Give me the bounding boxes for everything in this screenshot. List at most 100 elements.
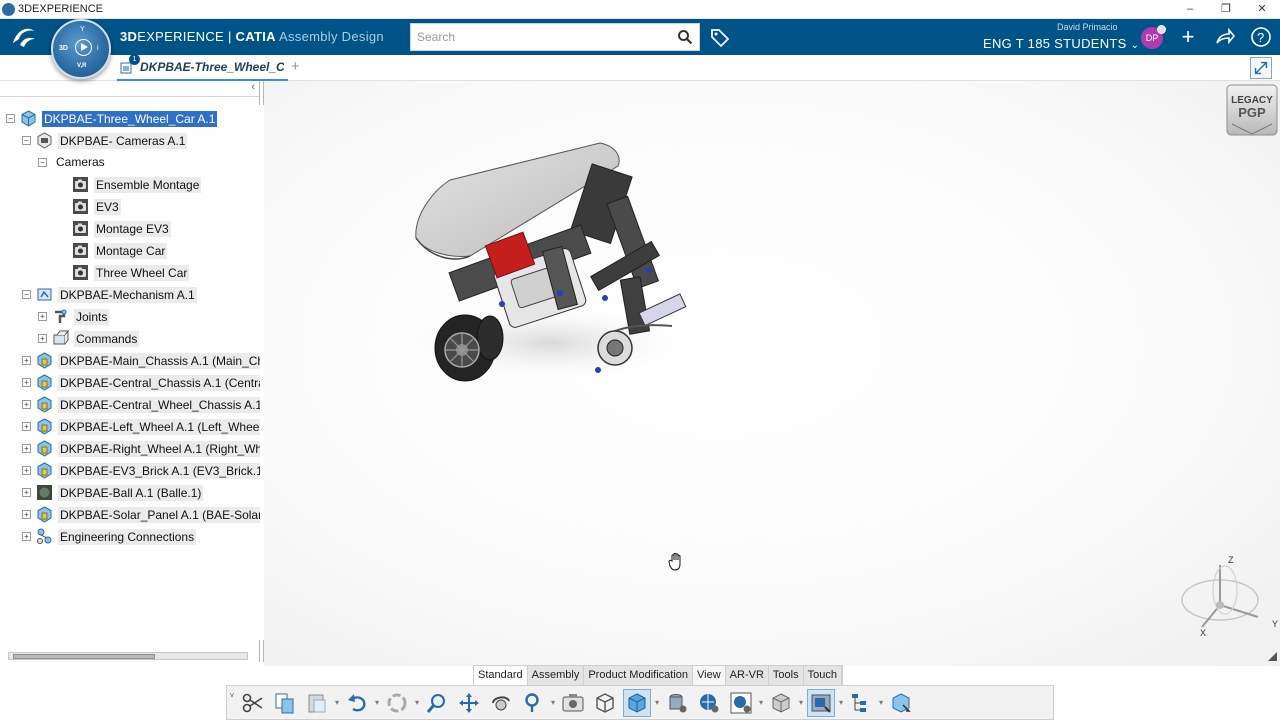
dropdown-arrow-icon[interactable]: ▾ (797, 698, 805, 707)
tree-node-label: DKPBAE-Solar_Panel A.1 (BAE-Solar_Pa (58, 506, 260, 523)
dropdown-arrow-icon[interactable]: ▾ (653, 698, 661, 707)
expand-node-icon[interactable]: + (38, 312, 47, 321)
tree-node[interactable]: Three Wheel Car (0, 263, 260, 283)
pan-icon[interactable] (455, 689, 483, 717)
tree-node[interactable]: + DKPBAE-Central_Chassis A.1 (Central_( (0, 373, 260, 393)
help-icon[interactable]: ? (1250, 26, 1272, 48)
collapse-node-icon[interactable]: − (6, 114, 15, 123)
dropdown-arrow-icon[interactable]: ▾ (837, 698, 845, 707)
tree-node[interactable]: − DKPBAE- Cameras A.1 (0, 131, 260, 151)
minimize-button[interactable]: – (1172, 0, 1208, 19)
expand-node-icon[interactable]: + (38, 334, 47, 343)
dropdown-arrow-icon[interactable]: ▾ (757, 698, 765, 707)
tree-horizontal-scrollbar[interactable] (8, 652, 248, 660)
rotate-icon[interactable] (487, 689, 515, 717)
tree-node[interactable]: + DKPBAE-EV3_Brick A.1 (EV3_Brick.1) (0, 461, 260, 481)
tree-node[interactable]: + DKPBAE-Right_Wheel A.1 (Right_Whee (0, 439, 260, 459)
zoom-area-icon[interactable] (519, 689, 547, 717)
top-header: 3DEXPERIENCE | CATIA Assembly Design Dav… (0, 19, 1280, 55)
tab-touch[interactable]: Touch (804, 666, 842, 685)
tree-node[interactable]: + Commands (0, 329, 260, 349)
assembly-icon[interactable] (887, 689, 915, 717)
tree-node[interactable]: + DKPBAE-Main_Chassis A.1 (Main_Chas (0, 351, 260, 371)
tab-assembly[interactable]: Assembly (528, 666, 585, 685)
collapse-node-icon[interactable]: − (22, 290, 31, 299)
clipping-icon[interactable] (807, 688, 835, 717)
three-wheel-car-model[interactable] (410, 138, 700, 388)
expand-node-icon[interactable]: + (22, 488, 31, 497)
search-input[interactable] (411, 24, 661, 50)
legacy-pgp-badge[interactable]: LEGACY PGP (1226, 84, 1278, 136)
cut-icon[interactable] (239, 689, 267, 717)
close-button[interactable]: ✕ (1244, 0, 1280, 19)
expand-node-icon[interactable]: + (22, 422, 31, 431)
dropdown-arrow-icon[interactable]: ▾ (413, 698, 421, 707)
expand-node-icon[interactable]: + (22, 400, 31, 409)
cache-icon[interactable] (663, 689, 691, 717)
tab-product-modification[interactable]: Product Modification (584, 666, 694, 685)
tree-node[interactable]: + Engineering Connections (0, 527, 260, 547)
dropdown-arrow-icon[interactable]: ▾ (333, 698, 341, 707)
search-box[interactable] (410, 23, 700, 51)
play-icon[interactable] (75, 39, 92, 56)
render-icon[interactable] (695, 689, 723, 717)
compass-widget[interactable]: Y 3D i V,R (51, 19, 111, 79)
tree-node[interactable]: + DKPBAE-Left_Wheel A.1 (Left_Wheel.1) (0, 417, 260, 437)
expand-node-icon[interactable]: + (22, 378, 31, 387)
view-cube-icon[interactable] (591, 689, 619, 717)
expand-node-icon[interactable]: + (22, 356, 31, 365)
update-icon[interactable] (383, 689, 411, 717)
tree-node[interactable]: + Joints (0, 307, 260, 327)
tree-node[interactable]: + DKPBAE-Solar_Panel A.1 (BAE-Solar_Pa (0, 505, 260, 525)
collapse-panel-icon[interactable]: ‹ (251, 81, 255, 93)
undo-icon[interactable] (343, 689, 371, 717)
zoom-icon[interactable] (423, 689, 451, 717)
shading-icon[interactable] (767, 689, 795, 717)
dropdown-arrow-icon[interactable]: ▾ (373, 698, 381, 707)
tree-node[interactable]: − DKPBAE-Mechanism A.1 (0, 285, 260, 305)
dropdown-arrow-icon[interactable]: ▾ (549, 698, 557, 707)
tab-tools[interactable]: Tools (769, 666, 804, 685)
tree-node[interactable]: Montage EV3 (0, 219, 260, 239)
axis-triad[interactable]: Z X Y (1180, 555, 1280, 640)
copy-icon[interactable] (271, 689, 299, 717)
add-icon[interactable]: + (1177, 26, 1199, 48)
expand-node-icon[interactable]: + (22, 532, 31, 541)
restore-button[interactable]: ❐ (1208, 0, 1244, 19)
search-icon[interactable] (677, 29, 693, 45)
tab-view[interactable]: View (693, 666, 726, 685)
tree-node[interactable]: Ensemble Montage (0, 175, 260, 195)
tree-node[interactable]: + DKPBAE-Ball A.1 (Balle.1) (0, 483, 260, 503)
expand-node-icon[interactable]: + (22, 510, 31, 519)
part-icon (36, 440, 53, 457)
pan-cursor-icon (668, 552, 681, 571)
expand-node-icon[interactable]: + (22, 466, 31, 475)
chevron-down-icon[interactable]: ˅ (227, 689, 237, 717)
tenant-selector[interactable]: ENG T 185 STUDENTS ⌄ (983, 36, 1139, 51)
tree-node[interactable]: − DKPBAE-Three_Wheel_Car A.1 (0, 109, 260, 129)
add-tab-icon[interactable]: + (291, 58, 300, 75)
tab-standard[interactable]: Standard (474, 666, 528, 685)
tree-node[interactable]: − Cameras (0, 153, 260, 173)
scrollbar-thumb[interactable] (13, 654, 155, 659)
dropdown-arrow-icon[interactable]: ▾ (877, 698, 885, 707)
tab-three-wheel-car[interactable]: 1 DKPBAE-Three_Wheel_Car (117, 54, 288, 81)
share-icon[interactable] (1214, 26, 1236, 48)
tree-node[interactable]: EV3 (0, 197, 260, 217)
tab-ar-vr[interactable]: AR-VR (726, 666, 769, 685)
maximize-viewer-icon[interactable] (1250, 57, 1272, 79)
avatar[interactable]: DP (1141, 25, 1166, 49)
capture-icon[interactable] (559, 689, 587, 717)
tree-icon[interactable] (847, 689, 875, 717)
view-mode-icon[interactable] (623, 688, 651, 717)
visualization-icon[interactable] (727, 689, 755, 717)
tag-icon[interactable] (710, 27, 730, 47)
expand-node-icon[interactable]: + (22, 444, 31, 453)
paste-icon[interactable] (303, 689, 331, 717)
tree-node[interactable]: + DKPBAE-Central_Wheel_Chassis A.1 (C (0, 395, 260, 415)
tree-node[interactable]: Montage Car (0, 241, 260, 261)
viewport-resize-grip-icon[interactable] (1266, 650, 1278, 662)
collapse-node-icon[interactable]: − (22, 136, 31, 145)
ds-logo-icon[interactable] (10, 25, 38, 49)
collapse-node-icon[interactable]: − (38, 158, 47, 167)
